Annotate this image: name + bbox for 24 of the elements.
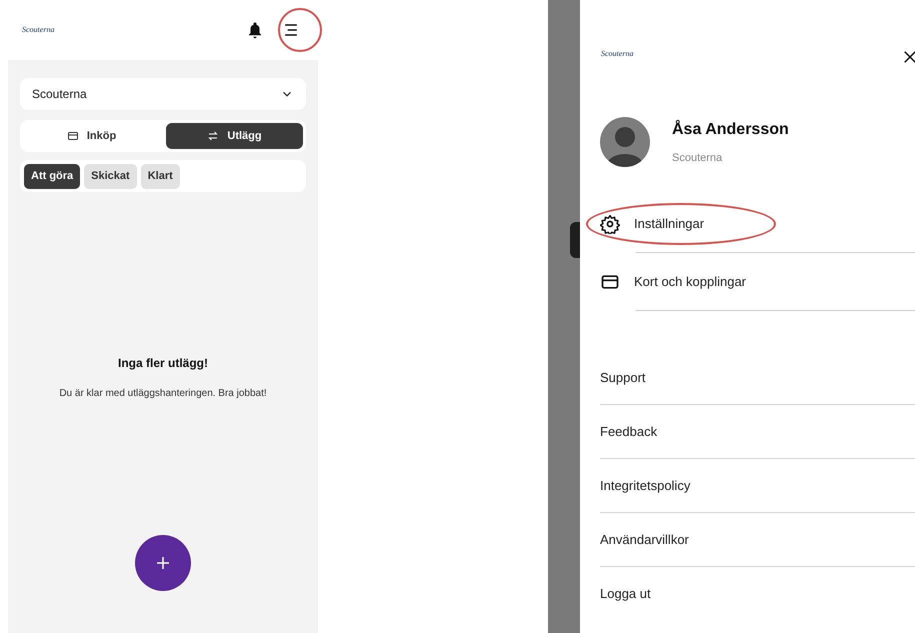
segment-tab[interactable]: Utlägg — [166, 123, 303, 149]
filter-chip[interactable]: Skickat — [84, 164, 137, 188]
profile-name: Åsa Andersson — [672, 118, 789, 140]
empty-message: Du är klar med utläggshanteringen. Bra jobbat! — [58, 387, 268, 401]
avatar — [600, 117, 650, 167]
menu-link[interactable]: Feedback — [600, 405, 915, 459]
organization-select[interactable]: Scouterna — [20, 78, 306, 110]
card-icon — [66, 130, 79, 142]
menu-link[interactable]: Användarvillkor — [600, 513, 915, 567]
logo: Scouterna — [22, 24, 54, 36]
filter-chip[interactable]: Att göra — [24, 164, 80, 188]
empty-title: Inga fler utlägg! — [117, 355, 209, 372]
menu-item[interactable]: Inställningar — [580, 195, 915, 253]
profile-organization: Scouterna — [672, 150, 724, 166]
plus-icon — [154, 554, 172, 572]
bell-icon[interactable] — [246, 21, 264, 39]
arrows-icon — [207, 130, 220, 142]
gear-icon — [600, 214, 620, 234]
menu-item[interactable]: Kort och kopplingar — [580, 253, 915, 311]
menu-link[interactable]: Logga ut — [600, 567, 915, 621]
menu-link[interactable]: Integritetspolicy — [600, 459, 915, 513]
filter-chip[interactable]: Klart — [140, 164, 180, 188]
menu-link[interactable]: Support — [600, 351, 915, 405]
logo: Scouterna — [601, 48, 634, 60]
